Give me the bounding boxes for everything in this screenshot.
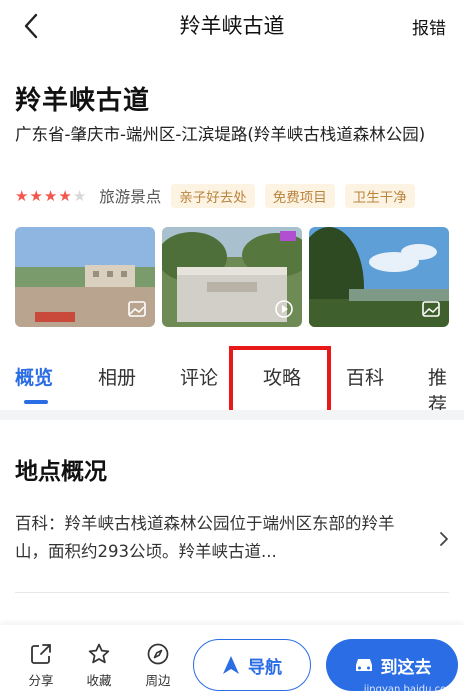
video-thumbnail[interactable]: [162, 227, 302, 327]
compass-icon: [147, 643, 169, 665]
place-address: 广东省-肇庆市-端州区-江滨堤路(羚羊峡古栈道森林公园): [15, 125, 426, 144]
tab-recommend[interactable]: 推荐: [428, 363, 464, 417]
chevron-right-icon[interactable]: [437, 530, 451, 548]
star-rating: ★ ★ ★ ★ ★: [15, 187, 87, 205]
tag-chip: 免费项目: [264, 184, 335, 208]
nearby-label: 周边: [145, 673, 171, 688]
place-name: 羚羊峡古道: [15, 86, 151, 116]
tab-overview[interactable]: 概览: [15, 363, 53, 390]
car-icon: [355, 659, 372, 671]
go-here-label: 到这去: [380, 657, 432, 678]
star-outline-icon: [88, 643, 110, 664]
top-bar: 羚羊峡古道 报错: [0, 0, 464, 54]
navigate-label: 导航: [248, 657, 282, 678]
image-icon: [128, 301, 146, 317]
tab-album[interactable]: 相册: [98, 363, 136, 390]
report-error-button[interactable]: 报错: [412, 14, 446, 39]
tag-chip: 卫生干净: [344, 184, 415, 208]
nav-title: 羚羊峡古道: [179, 14, 285, 38]
share-label: 分享: [28, 673, 54, 688]
star-empty-icon: ★: [72, 187, 87, 205]
place-category: 旅游景点: [99, 188, 162, 206]
divider: [15, 592, 449, 593]
star-filled-icon: ★: [58, 187, 72, 205]
highlight-annotation-box: [229, 346, 331, 418]
star-filled-icon: ★: [29, 187, 43, 205]
favorite-button[interactable]: 收藏: [76, 642, 122, 689]
photo-strip: [15, 227, 449, 327]
nearby-button[interactable]: 周边: [135, 642, 181, 689]
navigation-arrow-icon: [223, 656, 239, 674]
star-filled-icon: ★: [15, 187, 29, 205]
section-divider: [0, 410, 464, 420]
star-filled-icon: ★: [43, 187, 58, 205]
rating-row: ★ ★ ★ ★ ★ 旅游景点 亲子好去处 免费项目 卫生干净: [15, 184, 460, 208]
share-button[interactable]: 分享: [18, 642, 64, 689]
tag-chip: 亲子好去处: [171, 184, 255, 208]
bottom-action-bar: 分享 收藏 周边 导航 到这去 jingyan.baidu.com: [0, 625, 464, 699]
image-icon: [422, 301, 440, 317]
tab-reviews[interactable]: 评论: [180, 363, 218, 390]
section-title: 地点概况: [15, 459, 107, 485]
favorite-label: 收藏: [86, 673, 112, 688]
tab-encyclopedia[interactable]: 百科: [346, 363, 384, 390]
photo-thumbnail[interactable]: [15, 227, 155, 327]
watermark: jingyan.baidu.com: [363, 684, 456, 695]
active-tab-indicator: [24, 400, 48, 404]
share-icon: [31, 644, 51, 664]
play-icon: [275, 300, 293, 318]
encyclopedia-summary[interactable]: 百科：羚羊峡古栈道森林公园位于端州区东部的羚羊山，面积约293公顷。羚羊峡古道.…: [15, 510, 420, 566]
photo-thumbnail[interactable]: [309, 227, 449, 327]
navigate-button[interactable]: 导航: [193, 639, 311, 691]
